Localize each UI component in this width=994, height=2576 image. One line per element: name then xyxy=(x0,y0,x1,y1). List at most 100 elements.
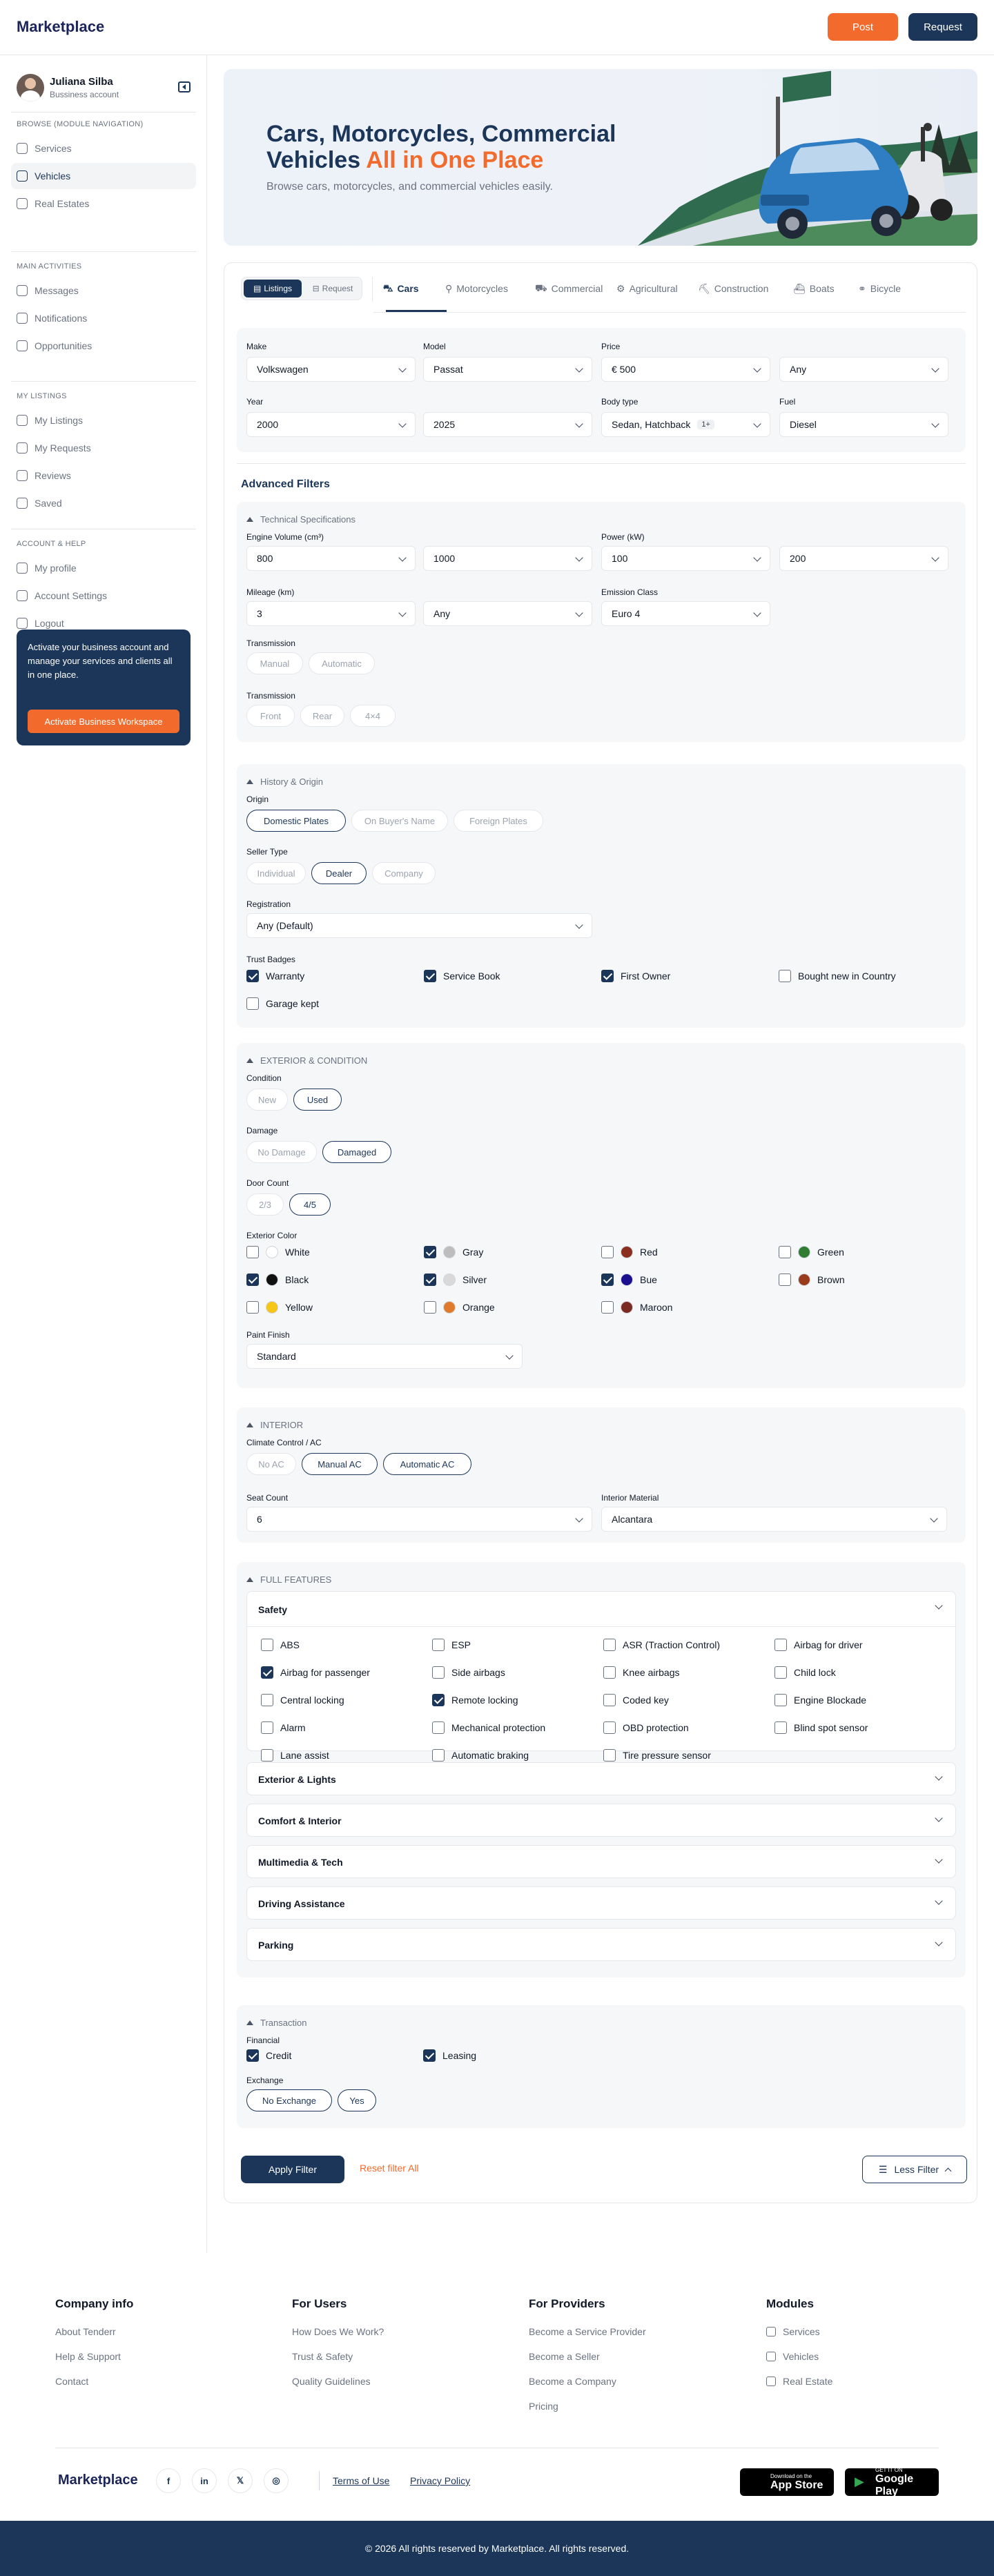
sidebar-item-my-profile[interactable]: My profile xyxy=(11,555,196,581)
privacy-link[interactable]: Privacy Policy xyxy=(410,2475,470,2486)
origin-buyers-name[interactable]: On Buyer's Name xyxy=(351,810,448,832)
financial-leasing[interactable]: Leasing xyxy=(423,2048,476,2063)
checkbox[interactable] xyxy=(261,1749,273,1762)
tab-boats[interactable]: ⛴ Boats xyxy=(793,278,835,299)
mileage-from-select[interactable]: 3 xyxy=(246,601,416,626)
safety-asr-traction-control-[interactable]: ASR (Traction Control) xyxy=(603,1637,720,1652)
google-play-badge[interactable]: ▶ GET IT ON Google Play xyxy=(845,2467,939,2497)
exchange-no[interactable]: No Exchange xyxy=(246,2089,332,2111)
tab-agricultural[interactable]: ⚙ Agricultural xyxy=(616,278,678,299)
safety-central-locking[interactable]: Central locking xyxy=(261,1692,344,1708)
feature-group-exterior-lights[interactable]: Exterior & Lights xyxy=(246,1762,956,1795)
safety-knee-airbags[interactable]: Knee airbags xyxy=(603,1665,680,1680)
safety-airbag-for-passenger[interactable]: Airbag for passenger xyxy=(261,1665,370,1680)
tab-bicycle[interactable]: ⚭ Bicycle xyxy=(858,278,901,299)
checkbox[interactable] xyxy=(432,1721,445,1734)
price-to-select[interactable]: Any xyxy=(779,357,948,382)
safety-alarm[interactable]: Alarm xyxy=(261,1720,306,1735)
trust-badge-bought-new-in-country[interactable]: Bought new in Country xyxy=(779,968,896,984)
checkbox[interactable] xyxy=(774,1694,787,1706)
checkbox[interactable] xyxy=(432,1639,445,1651)
seat-count-select[interactable]: 6 xyxy=(246,1507,592,1532)
terms-link[interactable]: Terms of Use xyxy=(333,2475,389,2486)
checkbox[interactable] xyxy=(423,2049,436,2062)
activate-business-button[interactable]: Activate Business Workspace xyxy=(28,710,179,733)
chevron-down-icon[interactable] xyxy=(935,1601,943,1610)
drive-4x4[interactable]: 4×4 xyxy=(350,705,396,727)
safety-child-lock[interactable]: Child lock xyxy=(774,1665,836,1680)
footer-link[interactable]: About Tenderr xyxy=(55,2326,133,2337)
body-type-select[interactable]: Sedan, Hatchback 1+ xyxy=(601,412,770,437)
power-to-select[interactable]: 200 xyxy=(779,546,948,571)
less-filter-button[interactable]: ☰ Less Filter xyxy=(862,2156,967,2183)
safety-abs[interactable]: ABS xyxy=(261,1637,300,1652)
tab-construction[interactable]: ⛏ Construction xyxy=(698,278,768,299)
chevron-down-icon[interactable] xyxy=(935,1814,943,1822)
climate-automatic-ac[interactable]: Automatic AC xyxy=(383,1453,471,1475)
doors-4-5[interactable]: 4/5 xyxy=(289,1193,331,1216)
climate-no-ac[interactable]: No AC xyxy=(246,1453,296,1475)
engine-from-select[interactable]: 800 xyxy=(246,546,416,571)
x-icon[interactable]: 𝕏 xyxy=(228,2468,253,2493)
origin-domestic[interactable]: Domestic Plates xyxy=(246,810,346,832)
listings-mode-button[interactable]: ▤ Listings xyxy=(244,280,302,297)
checkbox[interactable] xyxy=(601,1301,614,1314)
sidebar-item-services[interactable]: Services xyxy=(11,135,196,162)
sidebar-item-vehicles[interactable]: Vehicles xyxy=(11,163,196,189)
drive-front[interactable]: Front xyxy=(246,705,295,727)
safety-esp[interactable]: ESP xyxy=(432,1637,471,1652)
history-panel-header[interactable]: History & Origin xyxy=(246,777,323,787)
apply-filter-button[interactable]: Apply Filter xyxy=(241,2156,344,2183)
paint-finish-select[interactable]: Standard xyxy=(246,1344,523,1369)
color-brown[interactable]: Brown xyxy=(779,1272,845,1287)
tab-cars[interactable]: ⛍ Cars xyxy=(383,278,419,299)
footer-link[interactable]: How Does We Work? xyxy=(292,2326,384,2337)
sidebar-item-saved[interactable]: Saved xyxy=(11,490,196,516)
footer-link[interactable]: Services xyxy=(766,2326,832,2337)
checkbox[interactable] xyxy=(424,970,436,982)
tab-motorcycles[interactable]: ⚲ Motorcycles xyxy=(445,278,508,299)
checkbox[interactable] xyxy=(432,1694,445,1706)
safety-mechanical-protection[interactable]: Mechanical protection xyxy=(432,1720,545,1735)
checkbox[interactable] xyxy=(432,1666,445,1679)
app-store-badge[interactable]: Download on the App Store xyxy=(740,2468,834,2496)
sidebar-item-messages[interactable]: Messages xyxy=(11,277,196,304)
checkbox[interactable] xyxy=(261,1694,273,1706)
post-button[interactable]: Post xyxy=(828,13,898,41)
footer-link[interactable]: Real Estate xyxy=(766,2376,832,2387)
request-button[interactable]: Request xyxy=(908,13,977,41)
reset-filter-link[interactable]: Reset filter All xyxy=(360,2163,419,2174)
checkbox[interactable] xyxy=(424,1246,436,1258)
sidebar-item-notifications[interactable]: Notifications xyxy=(11,305,196,331)
damage-damaged[interactable]: Damaged xyxy=(322,1141,391,1163)
damage-none[interactable]: No Damage xyxy=(246,1141,317,1163)
chevron-down-icon[interactable] xyxy=(935,1897,943,1905)
checkbox[interactable] xyxy=(246,2049,259,2062)
footer-logo[interactable]: Marketplace xyxy=(58,2472,138,2488)
color-bue[interactable]: Bue xyxy=(601,1272,657,1287)
footer-link[interactable]: Vehicles xyxy=(766,2351,832,2362)
climate-manual-ac[interactable]: Manual AC xyxy=(302,1453,378,1475)
exchange-yes[interactable]: Yes xyxy=(338,2089,376,2111)
safety-automatic-braking[interactable]: Automatic braking xyxy=(432,1748,529,1763)
checkbox[interactable] xyxy=(601,1274,614,1286)
transmission-automatic[interactable]: Automatic xyxy=(309,652,375,674)
logo[interactable]: Marketplace xyxy=(17,18,104,36)
footer-link[interactable]: Help & Support xyxy=(55,2351,133,2362)
checkbox[interactable] xyxy=(774,1666,787,1679)
checkbox[interactable] xyxy=(601,970,614,982)
model-select[interactable]: Passat xyxy=(423,357,592,382)
tab-commercial[interactable]: ⛟ Commercial xyxy=(535,278,603,299)
drive-rear[interactable]: Rear xyxy=(300,705,344,727)
year-to-select[interactable]: 2025 xyxy=(423,412,592,437)
safety-side-airbags[interactable]: Side airbags xyxy=(432,1665,505,1680)
checkbox[interactable] xyxy=(432,1749,445,1762)
feature-group-driving-assistance[interactable]: Driving Assistance xyxy=(246,1886,956,1920)
chevron-down-icon[interactable] xyxy=(935,1938,943,1946)
year-from-select[interactable]: 2000 xyxy=(246,412,416,437)
technical-panel-header[interactable]: Technical Specifications xyxy=(246,514,355,525)
color-yellow[interactable]: Yellow xyxy=(246,1300,313,1315)
engine-to-select[interactable]: 1000 xyxy=(423,546,592,571)
condition-new[interactable]: New xyxy=(246,1089,288,1111)
fuel-select[interactable]: Diesel xyxy=(779,412,948,437)
